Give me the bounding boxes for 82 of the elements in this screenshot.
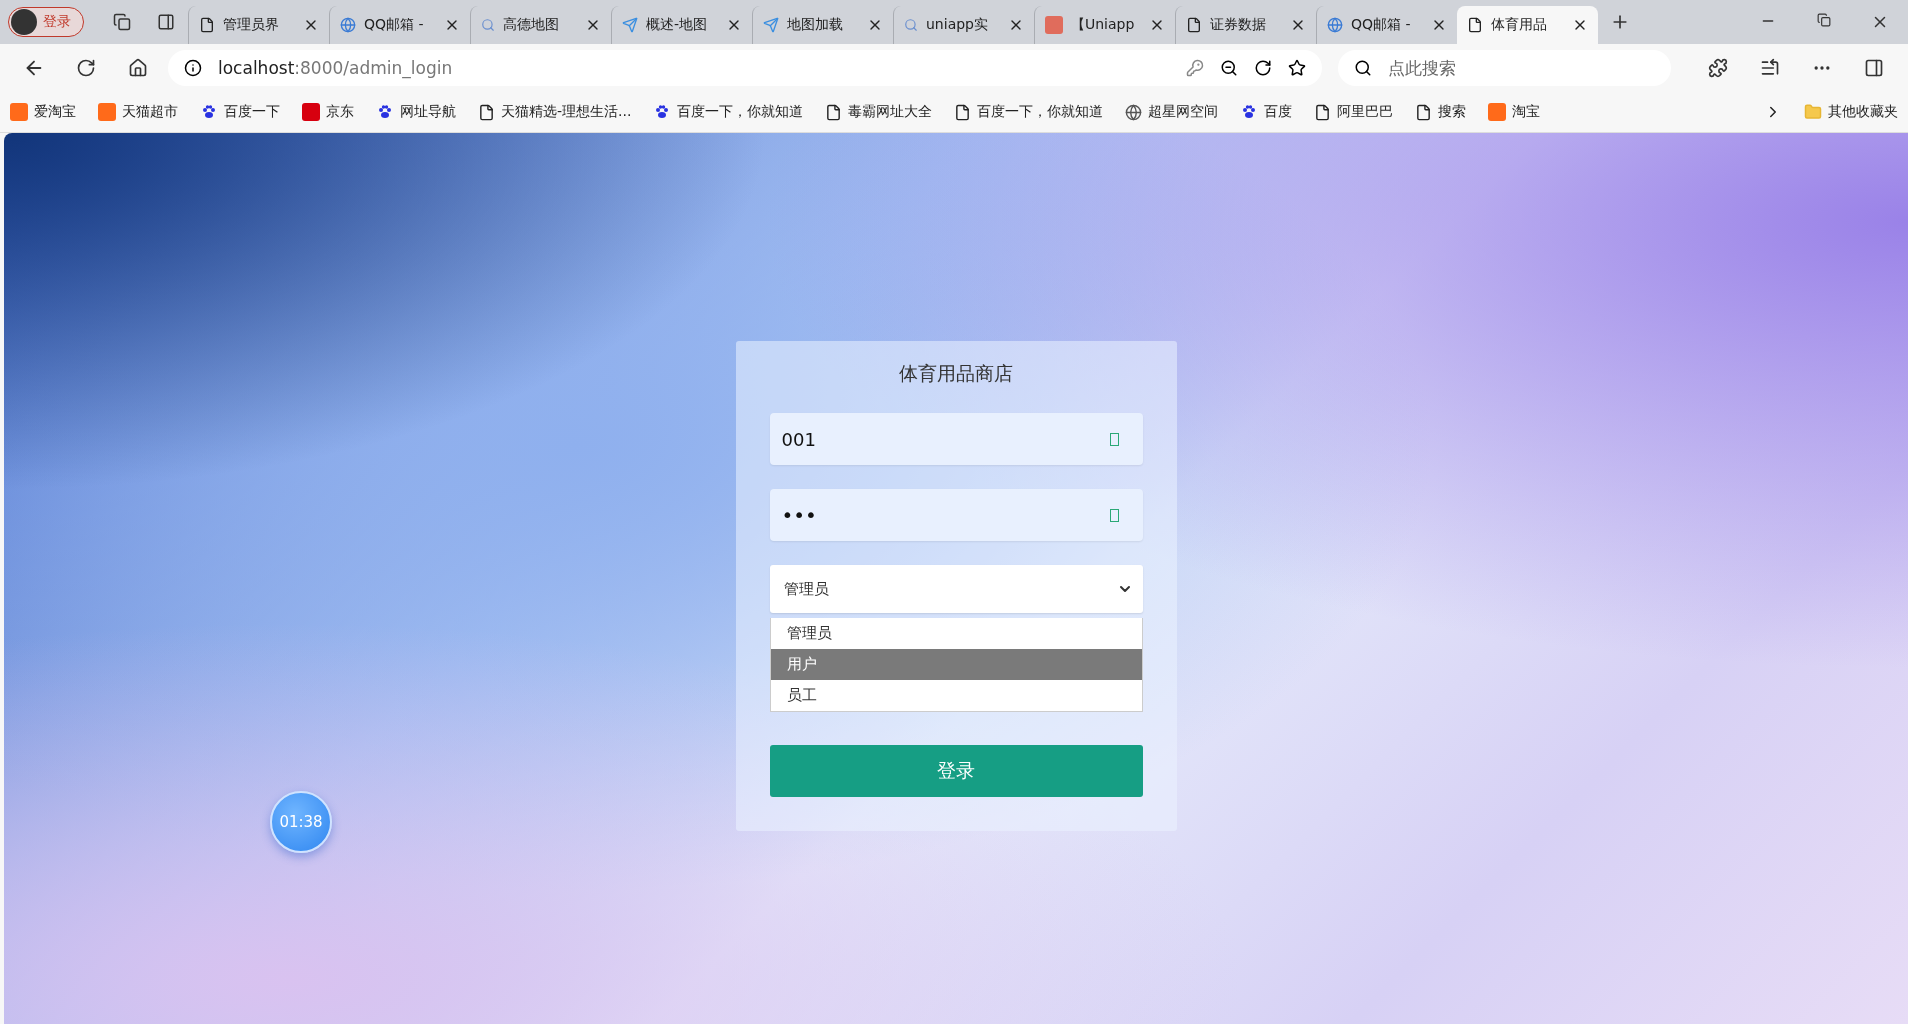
- bookmark-link[interactable]: 搜索: [1438, 103, 1467, 121]
- dropdown-option[interactable]: 用户: [770, 649, 1142, 680]
- home-icon[interactable]: [128, 58, 148, 78]
- paper-plane-icon: [763, 17, 779, 33]
- sidebar-icon[interactable]: [157, 13, 175, 31]
- search-icon: [1354, 59, 1372, 77]
- browser-tab[interactable]: QQ邮箱 -: [329, 6, 470, 44]
- bookmark-link[interactable]: 百度: [1264, 103, 1293, 121]
- restore-icon[interactable]: [1817, 13, 1831, 27]
- browser-tab[interactable]: 地图加载: [752, 6, 893, 44]
- page-icon: [1467, 17, 1483, 33]
- search-icon: [481, 18, 495, 32]
- paw-icon: [376, 103, 394, 121]
- box-icon: [1109, 433, 1119, 446]
- bookmark-link[interactable]: 毒霸网址大全: [848, 103, 933, 121]
- browser-tab[interactable]: 管理员界: [188, 6, 329, 44]
- page-icon: [1415, 103, 1433, 121]
- logo-icon: [302, 103, 320, 121]
- address-bar[interactable]: localhost:8000/admin_login: [168, 50, 1322, 86]
- globe-icon: [1125, 103, 1143, 121]
- sidebar-icon[interactable]: [1864, 58, 1884, 78]
- role-select[interactable]: 管理员: [769, 565, 1143, 613]
- paper-plane-icon: [622, 17, 638, 33]
- browser-tab[interactable]: 高德地图: [470, 6, 611, 44]
- extensions-icon[interactable]: [1708, 58, 1728, 78]
- tab-title: uniapp实: [926, 16, 989, 34]
- tab-title: 证券数据: [1210, 16, 1267, 34]
- tab-title: 【Uniapp: [1071, 16, 1136, 34]
- logo-icon: [1488, 103, 1507, 121]
- bookmark-link[interactable]: 阿里巴巴: [1337, 103, 1394, 121]
- key-icon[interactable]: [1186, 59, 1204, 77]
- search-icon: [904, 18, 918, 32]
- reload-icon[interactable]: [76, 58, 96, 78]
- page-icon: [478, 103, 495, 121]
- tab-title: QQ邮箱 -: [364, 16, 425, 34]
- page-icon: [825, 103, 843, 121]
- tab-title: 高德地图: [503, 16, 560, 34]
- bookmark-link[interactable]: 其他收藏夹: [1828, 103, 1898, 121]
- bookmark-link[interactable]: 超星网空间: [1148, 103, 1219, 121]
- bookmark-link[interactable]: 百度一下: [224, 103, 280, 121]
- url-text: localhost:8000/admin_login: [218, 58, 454, 78]
- browser-tab[interactable]: 证券数据: [1175, 6, 1316, 44]
- password-field[interactable]: •••: [769, 489, 1143, 541]
- browser-tab[interactable]: 概述-地图: [611, 6, 752, 44]
- star-icon[interactable]: [1288, 59, 1306, 77]
- bookmark-link[interactable]: 淘宝: [1512, 103, 1541, 121]
- page-icon: [1186, 17, 1202, 33]
- profile-button[interactable]: 登录: [8, 7, 84, 37]
- folder-icon: [1804, 103, 1822, 121]
- tab-title: 地图加载: [787, 16, 844, 34]
- bookmark-link[interactable]: 百度一下，你就知道: [677, 103, 804, 121]
- bookmark-link[interactable]: 京东: [326, 103, 354, 121]
- refresh-icon[interactable]: [1254, 59, 1272, 77]
- bookmark-link[interactable]: 天猫超市: [122, 103, 178, 121]
- page-icon: [1314, 103, 1332, 121]
- tab-title: QQ邮箱 -: [1351, 16, 1412, 34]
- bookmark-link[interactable]: 网址导航: [400, 103, 456, 121]
- zoom-out-icon[interactable]: [1220, 59, 1238, 77]
- logo-icon: [98, 103, 116, 121]
- timer-badge: 01:38: [270, 791, 332, 853]
- favorites-icon[interactable]: [1760, 58, 1780, 78]
- search-field[interactable]: 点此搜索: [1338, 50, 1671, 86]
- globe-icon: [1327, 17, 1343, 33]
- browser-tab[interactable]: 【Uniapp: [1034, 6, 1175, 44]
- page-icon: [954, 103, 972, 121]
- tab-title: 体育用品: [1491, 16, 1548, 34]
- bookmark-link[interactable]: 天猫精选-理想生活...: [501, 103, 632, 121]
- box-icon: [1109, 509, 1119, 522]
- tab-title: 管理员界: [223, 16, 280, 34]
- tab-title: 概述-地图: [646, 16, 709, 34]
- globe-icon: [340, 17, 356, 33]
- username-field[interactable]: 001: [769, 413, 1143, 465]
- page-icon: [199, 17, 215, 33]
- tabs-icon[interactable]: [113, 13, 131, 31]
- bookmark-link[interactable]: 爱淘宝: [34, 103, 76, 121]
- logo-icon: [10, 103, 28, 121]
- browser-tab[interactable]: uniapp实: [893, 6, 1034, 44]
- paw-icon: [200, 103, 218, 121]
- card-title: 体育用品商店: [898, 361, 1014, 386]
- info-icon[interactable]: [184, 59, 202, 77]
- browser-tab[interactable]: 体育用品: [1457, 6, 1598, 44]
- bookmark-link[interactable]: 百度一下，你就知道: [977, 103, 1104, 121]
